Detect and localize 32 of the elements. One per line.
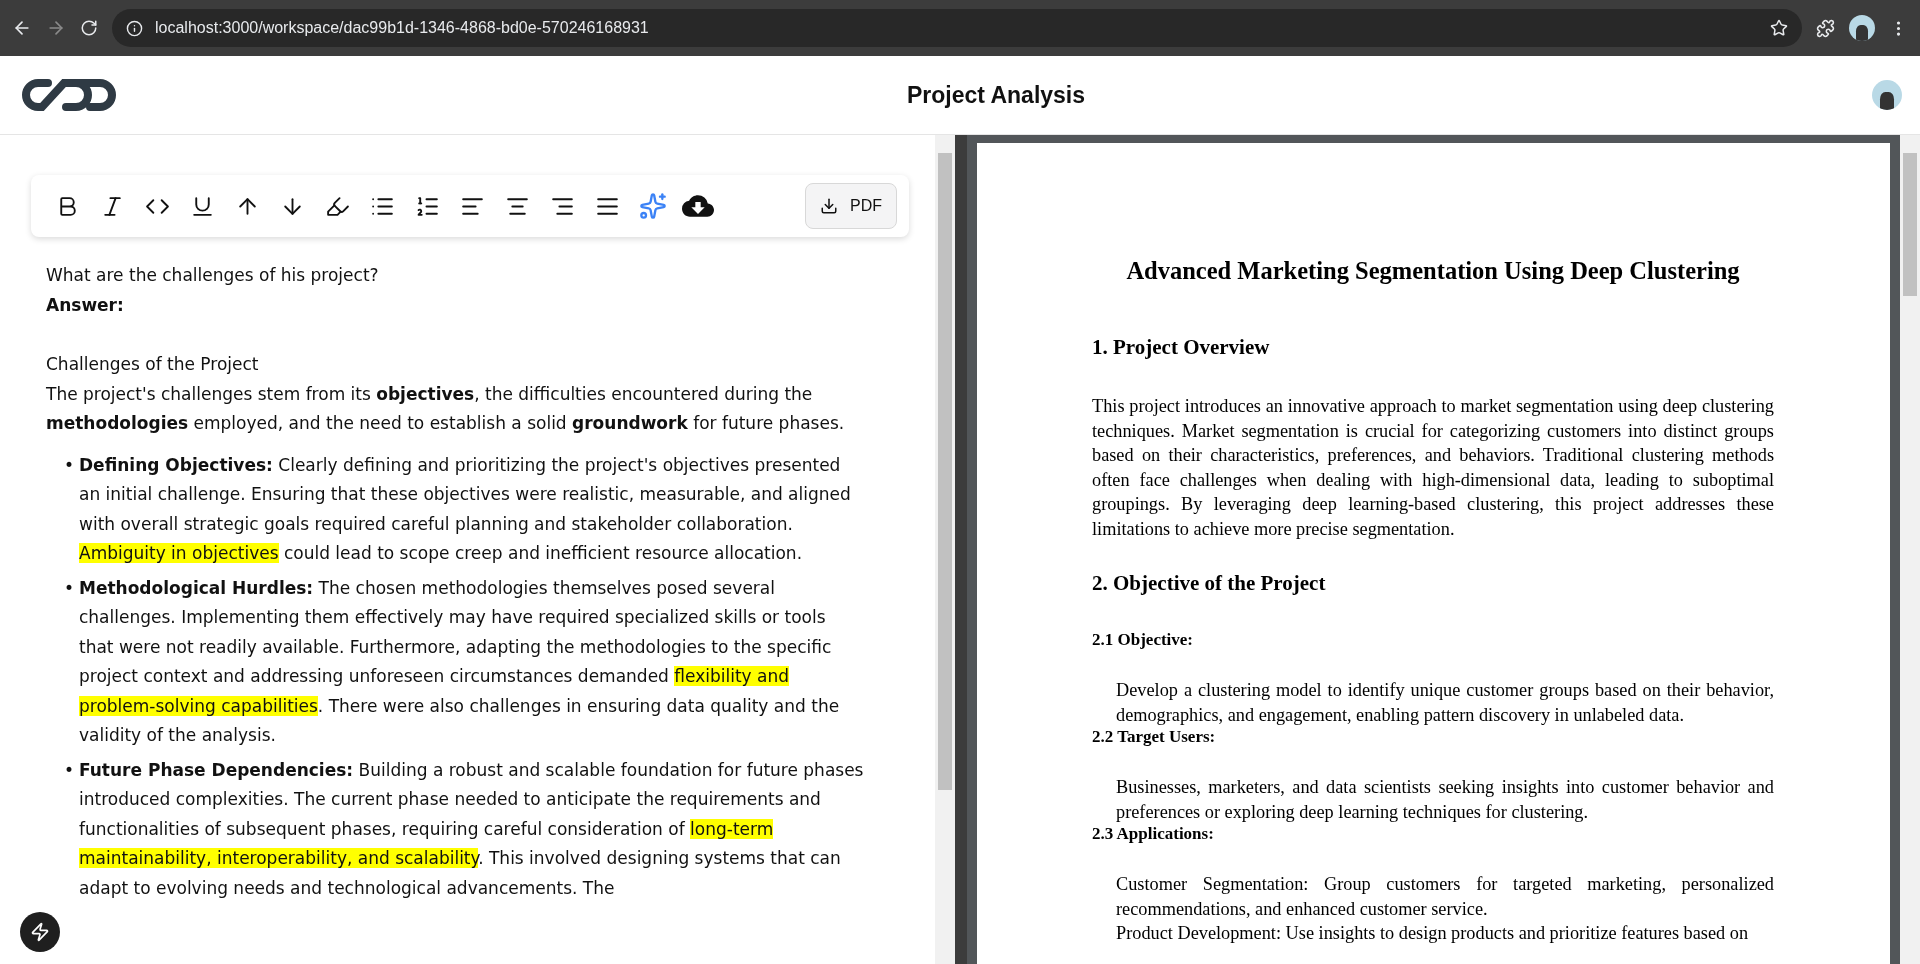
scrollbar[interactable]	[1900, 135, 1920, 964]
section-heading: 2. Objective of the Project	[1092, 571, 1327, 596]
question-text: What are the challenges of his project?	[46, 264, 380, 287]
download-icon	[820, 197, 838, 215]
paragraph: Develop a clustering model to identify unique customer groups based on their behavior, demographics, and engagement, enabling pattern discovery in unlabeled data.	[1115, 679, 1774, 727]
section-heading: 1. Project Overview	[1092, 335, 1271, 360]
address-bar[interactable]: localhost:3000/workspace/dac99b1d-1346-4868-bd0e-570246168931	[112, 9, 1802, 47]
bolt-button[interactable]	[20, 912, 60, 952]
paragraph: This project introduces an innovative approach to market segmentation using deep clustering techniques. Market segmentation is crucial for categorizing customers into distinct groups based on their characteristics, preferences, and behaviors. Traditional clustering methods often face challenges when dealing with high-dimensional data, leading to suboptimal groupings. By leveraging deep learning-based clustering, this project addresses these limitations to achieve more precise segmentation.	[1092, 395, 1774, 541]
intro-paragraph: The project's challenges stem from its objectives, the difficulties encountered during the methodologies employed, and the need to establish a solid groundwork for future phases.	[46, 382, 846, 435]
document-title: Advanced Marketing Segmentation Using Deep Clustering	[1125, 257, 1741, 285]
paragraph: Customer Segmentation: Group customers for targeted marketing, personalized recommendations, and enhanced customer service.	[1115, 873, 1774, 921]
pdf-button[interactable]: PDF	[805, 183, 897, 229]
info-icon[interactable]	[126, 19, 143, 37]
reload-icon[interactable]	[80, 19, 98, 37]
bullet-item: Methodological Hurdles: The chosen methodologies themselves posed several challenges. Implementing them effectively may have required specialized skills or tools that were not readily available. Furthermore, adapting the methodologies to the specific project context and addressing unforeseen circumstances demanded flexibility and problem-solving capabilities. There were also challenges in ensuring data quality and the validity of the analysis.	[79, 576, 841, 747]
subsection-heading: 2.2 Target Users:	[1092, 727, 1217, 747]
page-title: Project Analysis	[906, 81, 1086, 109]
answer-label: Answer:	[46, 293, 125, 317]
puzzle-icon[interactable]	[1816, 18, 1835, 38]
scrollbar[interactable]	[935, 135, 955, 964]
user-avatar[interactable]	[1872, 80, 1902, 110]
star-icon[interactable]	[1770, 19, 1788, 37]
paragraph: Product Development: Use insights to design products and prioritize features based on	[1115, 922, 1750, 945]
subsection-heading: 2.1 Objective:	[1092, 630, 1195, 650]
subsection-heading: 2.3 Applications:	[1092, 824, 1215, 844]
bullet-item: Defining Objectives: Clearly defining and prioritizing the project's objectives presented an initial challenge. Ensuring that these objectives were realistic, measurable, and aligned with overall strategic goals required careful planning and stakeholder collaboration. Ambiguity in objectives could lead to scope creep and inefficient resource allocation.	[79, 453, 852, 565]
section-heading: Challenges of the Project	[46, 353, 260, 376]
profile-avatar[interactable]	[1849, 15, 1875, 41]
url-text: localhost:3000/workspace/dac99b1d-1346-4868-bd0e-570246168931	[155, 19, 649, 37]
lightning-icon	[30, 922, 50, 942]
paragraph: Businesses, marketers, and data scientists seeking insights into customer behavior and preferences or exploring deep learning techniques for clustering.	[1115, 776, 1774, 824]
